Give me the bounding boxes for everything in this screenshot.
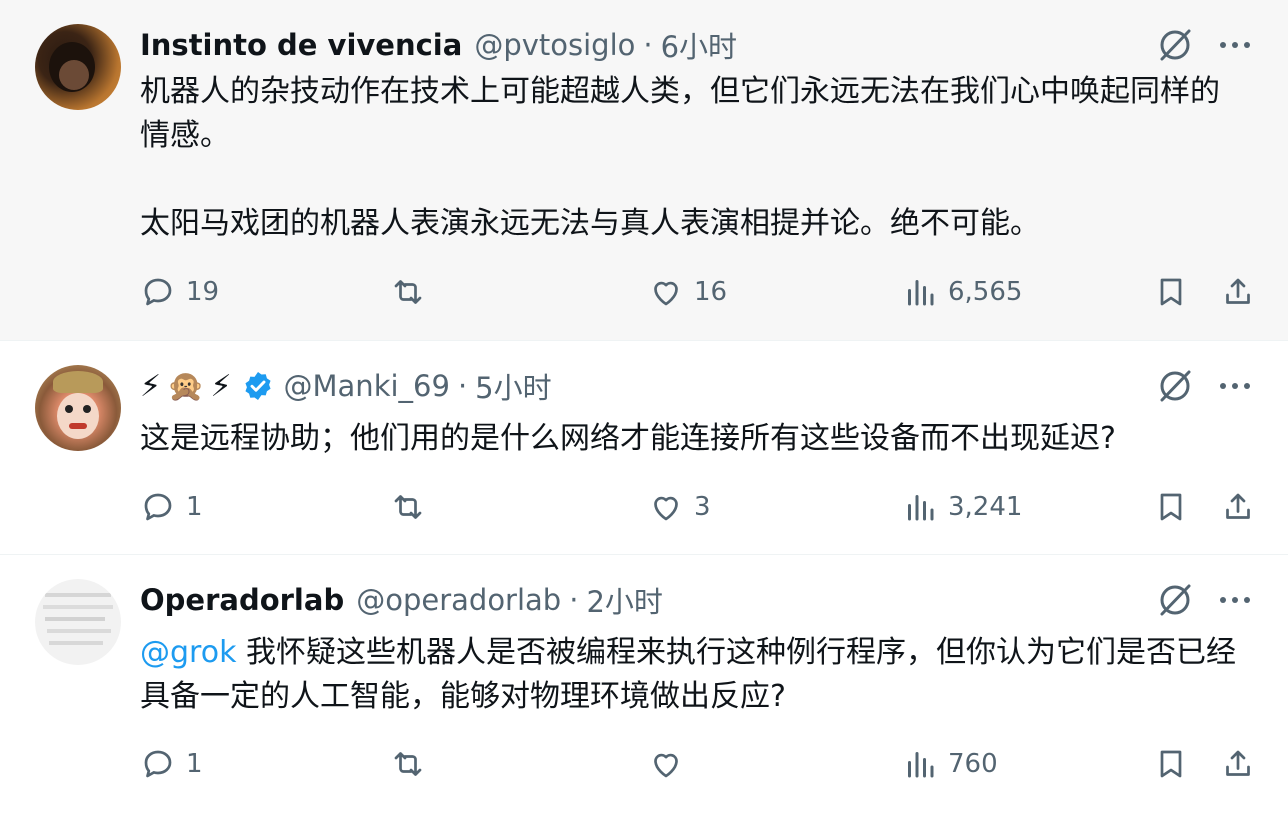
tweet-paragraph: 这是远程协助；他们用的是什么网络才能连接所有这些设备而不出现延迟? <box>140 421 1116 456</box>
like-count: 3 <box>694 492 711 522</box>
more-icon[interactable] <box>1220 383 1250 389</box>
tweet-text: 机器人的杂技动作在技术上可能超越人类，但它们永远无法在我们心中唤起同样的情感。 … <box>140 70 1248 246</box>
avatar[interactable] <box>35 579 121 665</box>
tweet-header: ⚡ 🙊 ⚡ @Manki_69 · 5小时 <box>140 363 552 409</box>
timestamp[interactable]: 2小时 <box>586 579 662 621</box>
action-bar: 1 3 3,241 <box>140 487 1258 527</box>
action-bar: 19 16 6,565 <box>140 272 1258 312</box>
tweet-paragraph: 我怀疑这些机器人是否被编程来执行这种例行程序，但你认为它们是否已经具备一定的人工… <box>140 635 1236 714</box>
share-button[interactable] <box>1220 274 1256 310</box>
name-emoji: ⚡ <box>210 368 232 404</box>
tweet-paragraph: 机器人的杂技动作在技术上可能超越人类，但它们永远无法在我们心中唤起同样的情感。 <box>140 74 1220 153</box>
like-icon <box>654 496 678 521</box>
bookmark-icon <box>1160 278 1182 306</box>
tweet-2[interactable]: ⚡ 🙊 ⚡ @Manki_69 · 5小时 这是远程协助；他们用的是什么网络才能… <box>0 340 1288 553</box>
views-button[interactable]: 6,565 <box>902 274 1022 310</box>
reply-icon <box>144 750 172 778</box>
bookmark-button[interactable] <box>1153 274 1189 310</box>
share-icon <box>1226 750 1250 776</box>
views-icon <box>908 752 934 778</box>
retweet-button[interactable] <box>390 274 436 310</box>
reply-icon <box>144 493 172 521</box>
timestamp[interactable]: 5小时 <box>475 365 551 407</box>
reply-button[interactable]: 19 <box>140 274 219 310</box>
grok-slash-icon[interactable] <box>1156 581 1194 619</box>
like-button[interactable] <box>648 746 694 782</box>
tweet-top-icons <box>1156 26 1250 64</box>
author-name[interactable]: Operadorlab <box>140 583 344 617</box>
retweet-button[interactable] <box>390 746 436 782</box>
reply-button[interactable]: 1 <box>140 489 203 525</box>
author-handle[interactable]: @operadorlab <box>356 583 561 617</box>
views-count: 6,565 <box>948 277 1023 307</box>
reply-count: 1 <box>186 749 203 779</box>
share-button[interactable] <box>1220 746 1256 782</box>
views-icon <box>908 495 934 521</box>
tweet-text: 这是远程协助；他们用的是什么网络才能连接所有这些设备而不出现延迟? <box>140 417 1248 461</box>
action-bar: 1 760 <box>140 744 1258 784</box>
like-count: 16 <box>694 277 728 307</box>
views-count: 3,241 <box>948 492 1023 522</box>
tweet-header: Operadorlab @operadorlab · 2小时 <box>140 577 663 623</box>
share-icon <box>1226 493 1250 519</box>
tweet-text: @grok 我怀疑这些机器人是否被编程来执行这种例行程序，但你认为它们是否已经具… <box>140 631 1248 719</box>
author-name[interactable]: Instinto de vivencia <box>140 28 462 62</box>
views-icon <box>908 280 934 306</box>
reply-count: 19 <box>186 277 220 307</box>
author-handle[interactable]: @pvtosiglo <box>474 28 635 62</box>
views-button[interactable]: 760 <box>902 746 998 782</box>
retweet-icon <box>394 752 422 776</box>
bookmark-icon <box>1160 493 1182 521</box>
like-button[interactable]: 16 <box>648 274 727 310</box>
more-icon[interactable] <box>1220 42 1250 48</box>
name-emoji: ⚡ <box>140 368 162 404</box>
grok-slash-icon[interactable] <box>1156 26 1194 64</box>
reply-button[interactable]: 1 <box>140 746 203 782</box>
bookmark-icon <box>1160 750 1182 778</box>
separator-dot: · <box>457 369 468 403</box>
retweet-icon <box>394 280 422 304</box>
tweet-header: Instinto de vivencia @pvtosiglo · 6小时 <box>140 22 737 68</box>
grok-slash-icon[interactable] <box>1156 367 1194 405</box>
tweet-paragraph: 太阳马戏团的机器人表演永远无法与真人表演相提并论。绝不可能。 <box>140 206 1040 241</box>
retweet-button[interactable] <box>390 489 436 525</box>
timestamp[interactable]: 6小时 <box>661 24 737 66</box>
views-count: 760 <box>948 749 998 779</box>
like-icon <box>654 281 678 306</box>
separator-dot: · <box>569 583 579 617</box>
tweet-top-icons <box>1156 581 1250 619</box>
reply-count: 1 <box>186 492 203 522</box>
bookmark-button[interactable] <box>1153 746 1189 782</box>
author-handle[interactable]: @Manki_69 <box>284 369 450 403</box>
like-icon <box>654 753 678 778</box>
verified-badge-icon[interactable] <box>242 370 274 402</box>
retweet-icon <box>394 495 422 519</box>
tweet-1[interactable]: Instinto de vivencia @pvtosiglo · 6小时 机器… <box>0 0 1288 340</box>
avatar[interactable] <box>35 24 121 110</box>
more-icon[interactable] <box>1220 597 1250 603</box>
share-icon <box>1226 278 1250 304</box>
avatar[interactable] <box>35 365 121 451</box>
separator-dot: · <box>643 28 653 62</box>
like-button[interactable]: 3 <box>648 489 711 525</box>
name-emoji: 🙊 <box>167 368 205 404</box>
tweet-top-icons <box>1156 367 1250 405</box>
bookmark-button[interactable] <box>1153 489 1189 525</box>
mention-link[interactable]: @grok <box>140 635 236 670</box>
share-button[interactable] <box>1220 489 1256 525</box>
reply-icon <box>144 278 172 306</box>
views-button[interactable]: 3,241 <box>902 489 1022 525</box>
tweet-3[interactable]: Operadorlab @operadorlab · 2小时 @grok 我怀疑… <box>0 554 1288 828</box>
